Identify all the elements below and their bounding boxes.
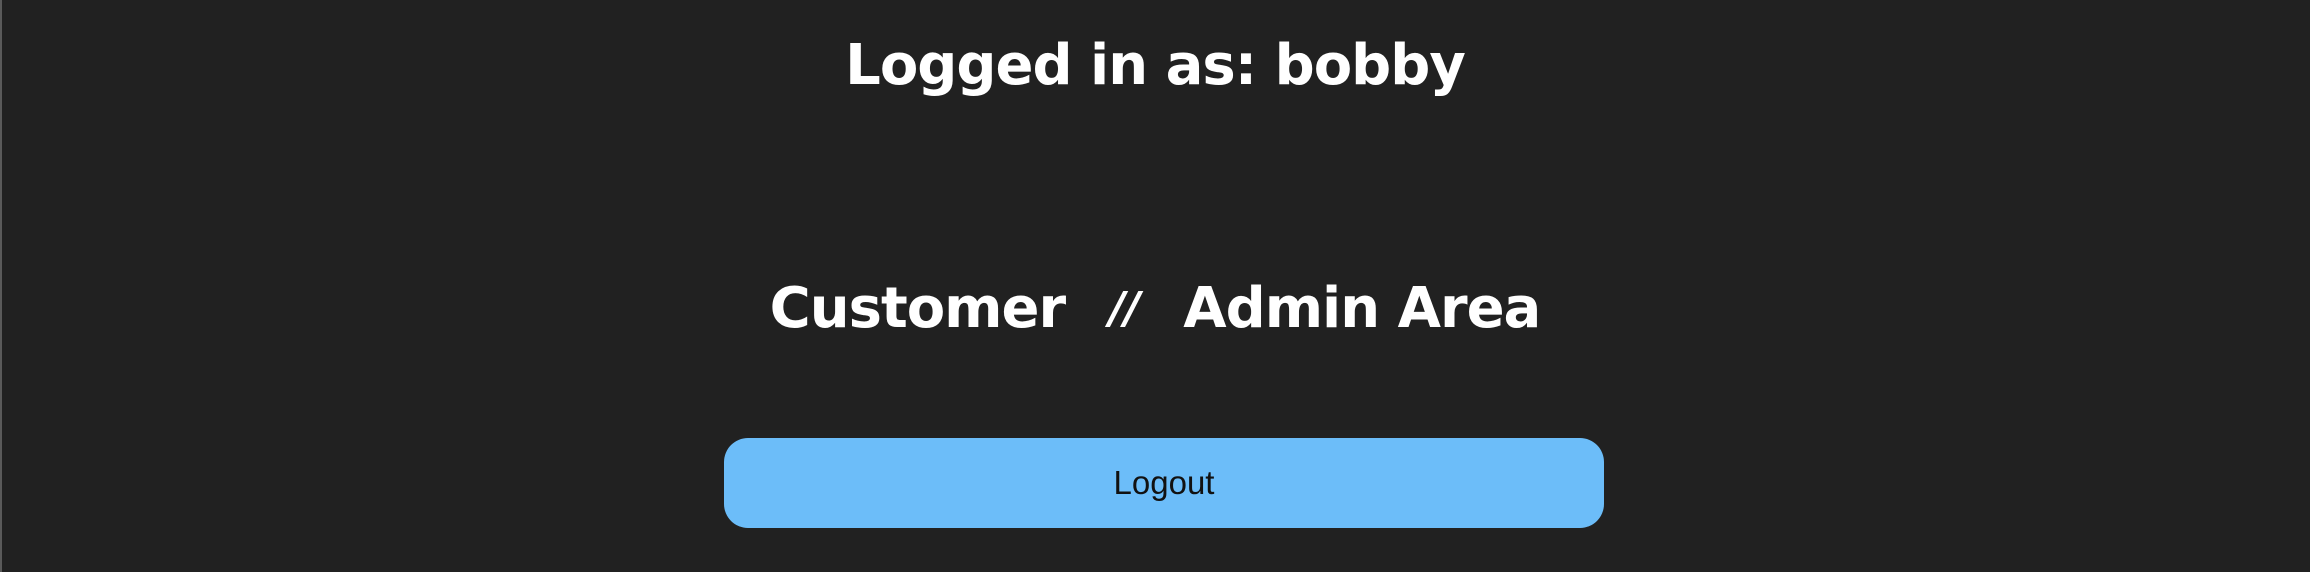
nav-separator: //: [1109, 282, 1140, 334]
logout-button[interactable]: Logout: [724, 438, 1604, 528]
area-nav: Customer // Admin Area: [0, 268, 2310, 348]
customer-link[interactable]: Customer: [770, 276, 1066, 341]
logged-in-status: Logged in as: bobby: [845, 33, 1466, 98]
admin-area-link[interactable]: Admin Area: [1183, 276, 1541, 341]
